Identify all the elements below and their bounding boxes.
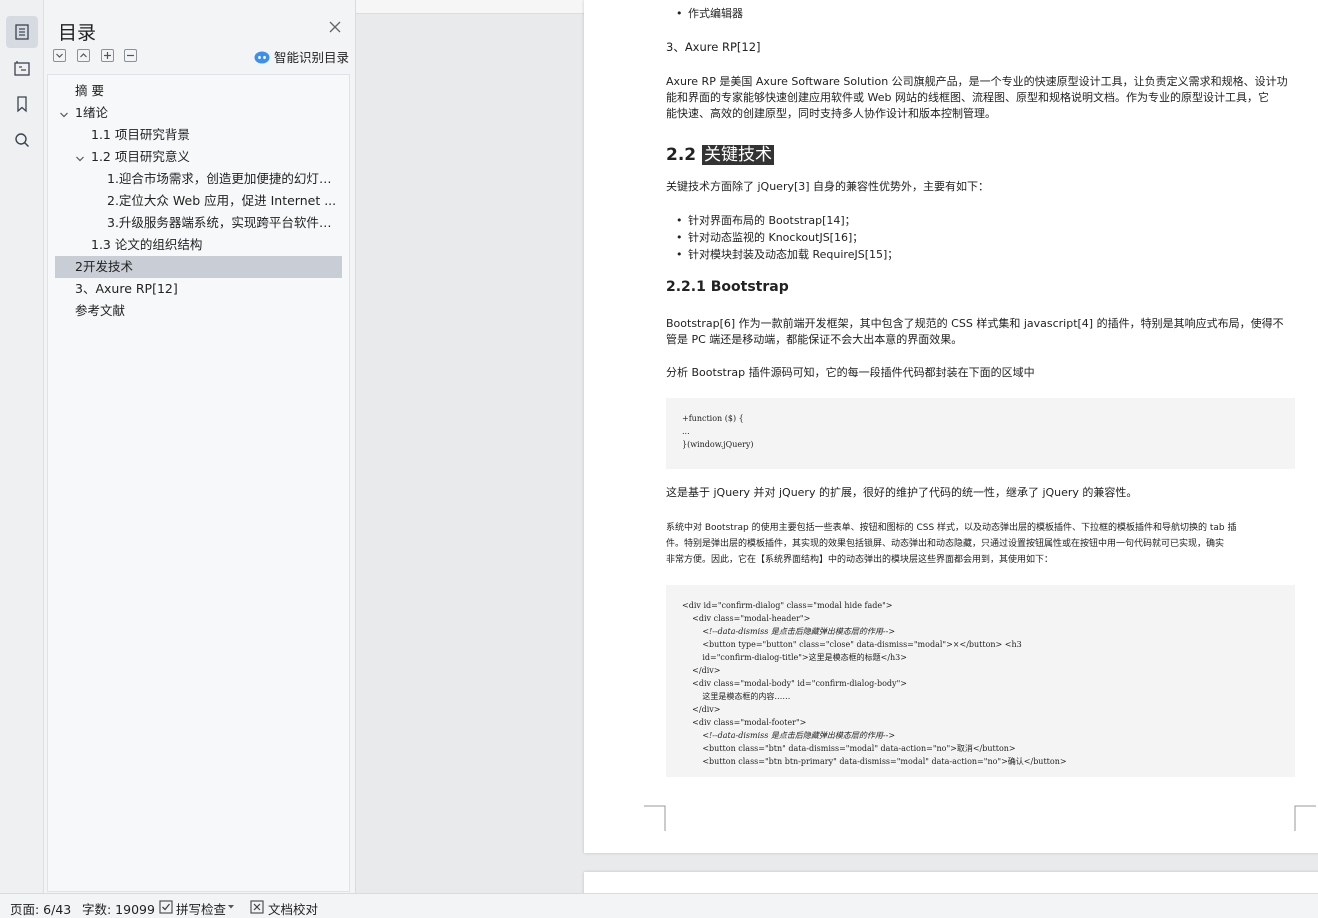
chevron-down-icon[interactable] bbox=[59, 110, 69, 120]
bullet-item: 针对模块封装及动态加载 RequireJS[15]； bbox=[676, 247, 898, 263]
code-line: </div> bbox=[682, 666, 721, 675]
wps-writer-window: 目录 智能识别目录 摘 要 1绪论 1.1 项目研究背景 1.2 项目研究意义 … bbox=[0, 0, 1318, 918]
code-block: +function ($) { ... }(window.jQuery) bbox=[666, 398, 1295, 469]
paragraph: 能和界面的专家能够快速创建应用软件或 Web 网站的线框图、流程图、原型和规格说… bbox=[666, 91, 1269, 104]
code-line: <!--data-dismiss 是点击后隐藏弹出模态层的作用--> bbox=[682, 731, 896, 740]
document-page[interactable]: 作式编辑器 3、Axure RP[12] Axure RP 是美国 Axure … bbox=[584, 0, 1318, 853]
code-line: id="confirm-dialog-title">这里是模态框的标题</h3> bbox=[682, 653, 907, 662]
toc-item-1-2-2[interactable]: 2.定位大众 Web 应用，促进 Internet ... bbox=[107, 190, 342, 212]
proofread-icon bbox=[250, 900, 264, 914]
toc-item-1-2-1[interactable]: 1.迎合市场需求，创造更加便捷的幻灯片 ... bbox=[107, 168, 342, 190]
code-line: ... bbox=[682, 427, 690, 436]
add-level-icon[interactable] bbox=[101, 49, 114, 62]
toc-item-1-1[interactable]: 1.1 项目研究背景 bbox=[91, 124, 331, 146]
code-line: +function ($) { bbox=[682, 414, 744, 423]
bookmark-icon[interactable] bbox=[6, 88, 38, 120]
navigation-tree-icon[interactable] bbox=[6, 52, 38, 84]
remove-level-icon[interactable] bbox=[124, 49, 137, 62]
expand-up-icon[interactable] bbox=[77, 49, 90, 62]
paragraph: 分析 Bootstrap 插件源码可知，它的每一段插件代码都封装在下面的区域中 bbox=[666, 366, 1035, 379]
toc-item-intro[interactable]: 1绪论 bbox=[75, 102, 315, 124]
toc-item-abstract[interactable]: 摘 要 bbox=[75, 80, 315, 102]
page-corner-mark bbox=[644, 805, 666, 831]
section-title-highlighted: 关键技术 bbox=[702, 145, 775, 165]
section-number: 2.2 bbox=[666, 145, 697, 165]
section-heading: 2.2 关键技术 bbox=[666, 140, 775, 165]
paragraph: 能快速、高效的创建原型，同时支持多人协作设计和版本控制管理。 bbox=[666, 107, 996, 120]
toc-item-dev-tech[interactable]: 2开发技术 bbox=[55, 256, 342, 278]
toc-icon[interactable] bbox=[6, 16, 38, 48]
word-count[interactable]: 字数: 19099 bbox=[82, 899, 155, 918]
paragraph: 管是 PC 端还是移动端，都能保证不会大出本意的界面效果。 bbox=[666, 333, 963, 346]
toc-item-1-2-3[interactable]: 3.升级服务器端系统，实现跨平台软件版 ... bbox=[107, 212, 342, 234]
code-line: <button class="btn" data-dismiss="modal"… bbox=[682, 744, 1016, 753]
status-bar: 页面: 6/43 字数: 19099 拼写检查 文档校对 bbox=[0, 893, 1318, 918]
chevron-down-icon[interactable] bbox=[75, 154, 85, 164]
toc-list: 摘 要 1绪论 1.1 项目研究背景 1.2 项目研究意义 1.迎合市场需求，创… bbox=[47, 74, 350, 892]
bullet-item: 针对动态监视的 KnockoutJS[16]； bbox=[676, 230, 863, 246]
left-tool-rail bbox=[0, 0, 44, 893]
code-line: <div class="modal-footer"> bbox=[682, 718, 807, 727]
close-icon[interactable] bbox=[328, 20, 342, 34]
code-line: }(window.jQuery) bbox=[682, 440, 754, 449]
code-block: <div id="confirm-dialog" class="modal hi… bbox=[666, 585, 1295, 777]
robot-icon bbox=[254, 51, 270, 63]
toc-item-axure[interactable]: 3、Axure RP[12] bbox=[75, 278, 315, 300]
code-line: <div class="modal-body" id="confirm-dial… bbox=[682, 679, 907, 688]
code-line: <!--data-dismiss 是点击后隐藏弹出模态层的作用--> bbox=[682, 627, 896, 636]
spellcheck-button[interactable]: 拼写检查 bbox=[176, 899, 226, 918]
paragraph: Bootstrap[6] 作为一款前端开发框架，其中包含了规范的 CSS 样式集… bbox=[666, 317, 1284, 330]
collapse-all-icon[interactable] bbox=[53, 49, 66, 62]
axure-heading: 3、Axure RP[12] bbox=[666, 40, 761, 54]
bullet-item: 作式编辑器 bbox=[676, 6, 743, 22]
code-line: <div class="modal-header"> bbox=[682, 614, 811, 623]
next-page[interactable] bbox=[584, 872, 1318, 893]
toc-panel: 目录 智能识别目录 摘 要 1绪论 1.1 项目研究背景 1.2 项目研究意义 … bbox=[44, 0, 356, 893]
code-line: <div id="confirm-dialog" class="modal hi… bbox=[682, 601, 893, 610]
code-line: </div> bbox=[682, 705, 721, 714]
smart-toc-button[interactable]: 智能识别目录 bbox=[254, 47, 349, 66]
toc-title: 目录 bbox=[58, 22, 97, 44]
spellcheck-icon bbox=[159, 900, 173, 914]
code-line: 这里是模态框的内容…… bbox=[682, 692, 791, 701]
smart-toc-label: 智能识别目录 bbox=[274, 50, 350, 65]
paragraph: 非常方便。因此，它在【系统界面结构】中的动态弹出的模块层这些界面都会用到，其使用… bbox=[666, 555, 1054, 565]
toc-item-1-3[interactable]: 1.3 论文的组织结构 bbox=[91, 234, 331, 256]
bullet-item: 针对界面布局的 Bootstrap[14]； bbox=[676, 213, 856, 229]
paragraph: 件。特别是弹出层的模板插件，其实现的效果包括锁屏、动态弹出和动态隐藏，只通过设置… bbox=[666, 539, 1225, 549]
paragraph: Axure RP 是美国 Axure Software Solution 公司旗… bbox=[666, 75, 1288, 88]
code-line: <button type="button" class="close" data… bbox=[682, 640, 1022, 649]
document-area[interactable]: 作式编辑器 3、Axure RP[12] Axure RP 是美国 Axure … bbox=[356, 0, 1318, 893]
page-indicator[interactable]: 页面: 6/43 bbox=[10, 899, 71, 918]
chevron-down-icon[interactable] bbox=[228, 904, 234, 910]
paragraph: 这是基于 jQuery 并对 jQuery 的扩展，很好的维护了代码的统一性，继… bbox=[666, 486, 1138, 499]
code-line: <button class="btn btn-primary" data-dis… bbox=[682, 757, 1067, 766]
page-corner-mark bbox=[1294, 805, 1316, 831]
toc-item-1-2[interactable]: 1.2 项目研究意义 bbox=[91, 146, 331, 168]
search-icon[interactable] bbox=[6, 124, 38, 156]
paragraph: 关键技术方面除了 jQuery[3] 自身的兼容性优势外，主要有如下： bbox=[666, 180, 990, 193]
proofread-button[interactable]: 文档校对 bbox=[268, 899, 318, 918]
subsection-heading: 2.2.1 Bootstrap bbox=[666, 279, 789, 295]
toc-item-references[interactable]: 参考文献 bbox=[75, 300, 315, 322]
paragraph: 系统中对 Bootstrap 的使用主要包括一些表单、按钮和图标的 CSS 样式… bbox=[666, 523, 1237, 533]
